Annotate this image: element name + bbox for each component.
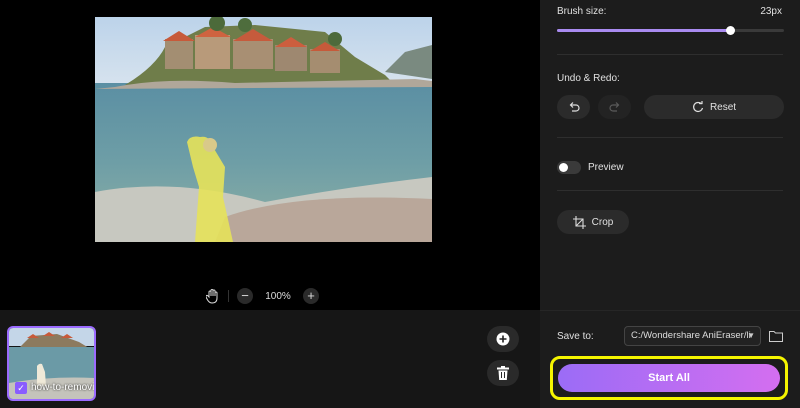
folder-icon[interactable]: [769, 329, 783, 342]
canvas-area: − 100% +: [0, 0, 540, 310]
editing-image[interactable]: [95, 17, 432, 242]
preview-toggle-knob: [559, 163, 568, 172]
zoom-in-button[interactable]: +: [303, 288, 319, 304]
preview-label: Preview: [588, 162, 624, 173]
save-to-label: Save to:: [557, 331, 594, 342]
app-window: − 100% + ✓ how-to-removi Brush size: 23p…: [0, 0, 800, 408]
zoom-out-button[interactable]: −: [237, 288, 253, 304]
add-file-button[interactable]: [487, 326, 519, 352]
redo-icon: [608, 101, 621, 113]
delete-file-button[interactable]: [487, 360, 519, 386]
crop-icon: [572, 215, 586, 229]
zoom-level: 100%: [265, 290, 291, 302]
filmstrip: ✓ how-to-removi: [0, 310, 540, 408]
preview-toggle[interactable]: [557, 161, 581, 174]
divider: [557, 137, 783, 138]
brush-size-slider[interactable]: [557, 26, 784, 35]
start-all-highlight: Start All: [550, 356, 788, 400]
divider: [557, 190, 783, 191]
thumbnail-item[interactable]: ✓ how-to-removi: [7, 326, 96, 401]
divider: [557, 54, 783, 55]
redo-button[interactable]: [598, 95, 631, 119]
start-all-button[interactable]: Start All: [558, 364, 780, 392]
undo-icon: [568, 101, 580, 113]
save-path-select[interactable]: C:/Wondershare AniEraser/li ▼: [624, 326, 761, 346]
thumbnail-checkbox[interactable]: ✓: [15, 382, 27, 394]
reset-button[interactable]: Reset: [644, 95, 784, 119]
zoom-toolbar: − 100% +: [205, 286, 319, 306]
trash-icon: [497, 366, 509, 380]
reset-label: Reset: [709, 101, 737, 113]
undo-redo-label: Undo & Redo:: [557, 73, 620, 84]
chevron-down-icon: ▼: [747, 331, 755, 340]
zoom-separator: [228, 290, 229, 302]
crop-button[interactable]: Crop: [557, 210, 629, 234]
save-path-value: C:/Wondershare AniEraser/li: [631, 330, 751, 341]
hand-icon[interactable]: [205, 288, 220, 304]
plus-circle-icon: [496, 332, 510, 346]
crop-label: Crop: [591, 216, 614, 228]
undo-button[interactable]: [557, 95, 590, 119]
brush-size-fill: [557, 29, 730, 32]
brush-size-handle[interactable]: [725, 26, 735, 35]
brush-size-value: 23px: [760, 6, 782, 17]
brush-size-label: Brush size:: [557, 6, 607, 17]
settings-panel: Brush size: 23px Undo & Redo: Reset Prev…: [540, 0, 800, 408]
divider: [540, 310, 800, 311]
reset-icon: [692, 100, 704, 113]
thumbnail-filename: how-to-removi: [31, 382, 95, 393]
